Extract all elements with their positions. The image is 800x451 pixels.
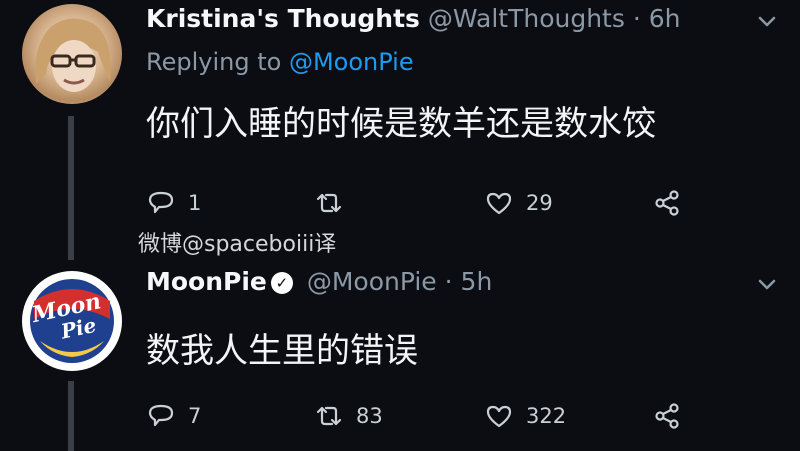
tweet-kristina: Kristina's Thoughts @WaltThoughts · 6h R…: [0, 0, 800, 260]
avatar-moonpie[interactable]: Moon Pie: [22, 271, 122, 371]
display-name[interactable]: MoonPie: [146, 267, 267, 296]
like-count: 29: [526, 191, 553, 215]
reply-count: 1: [188, 191, 202, 215]
handle[interactable]: @MoonPie: [307, 267, 437, 296]
tweet-header: MoonPie ✓ @MoonPie · 5h: [146, 267, 492, 296]
like-button[interactable]: 29: [484, 186, 553, 220]
like-icon: [486, 405, 512, 428]
reply-count: 7: [188, 404, 202, 428]
action-bar: 1 29: [0, 186, 800, 220]
reply-icon: [148, 404, 174, 427]
verified-icon: ✓: [270, 272, 293, 294]
tweet-header: Kristina's Thoughts @WaltThoughts · 6h: [146, 4, 681, 33]
replying-to: Replying to @MoonPie: [146, 48, 414, 76]
replying-prefix: Replying to: [146, 48, 282, 76]
reply-icon: [148, 191, 174, 214]
reply-button[interactable]: 1: [146, 186, 201, 220]
action-bar: 7 83 322: [0, 399, 800, 433]
avatar-kristina[interactable]: [22, 4, 122, 104]
mention-link[interactable]: @MoonPie: [289, 48, 414, 76]
share-button[interactable]: [652, 399, 682, 433]
timestamp[interactable]: 6h: [649, 4, 681, 33]
avatar-photo: [35, 18, 111, 92]
separator-dot: ·: [632, 4, 641, 33]
retweet-button[interactable]: [314, 186, 356, 220]
retweet-icon: [316, 406, 342, 426]
display-name[interactable]: Kristina's Thoughts: [146, 4, 420, 33]
chevron-down-icon[interactable]: [756, 10, 778, 32]
retweet-button[interactable]: 83: [314, 399, 383, 433]
share-icon: [655, 190, 679, 216]
handle[interactable]: @WaltThoughts: [428, 4, 625, 33]
like-icon: [486, 192, 512, 215]
share-icon: [655, 403, 679, 429]
chevron-down-icon[interactable]: [756, 273, 778, 295]
tweet-text: 你们入睡的时候是数羊还是数水饺: [146, 104, 656, 144]
tweet-text: 数我人生里的错误: [146, 331, 418, 371]
timestamp[interactable]: 5h: [461, 267, 493, 296]
like-count: 322: [526, 404, 567, 428]
separator-dot: ·: [444, 267, 453, 296]
share-button[interactable]: [652, 186, 682, 220]
weibo-watermark: 微博@spaceboiii译: [138, 232, 337, 257]
reply-button[interactable]: 7: [146, 399, 201, 433]
tweet-moonpie: Moon Pie MoonPie ✓ @MoonPie · 5h 数我人生里的错误…: [0, 255, 800, 451]
retweet-count: 83: [356, 404, 383, 428]
retweet-icon: [316, 193, 342, 213]
like-button[interactable]: 322: [484, 399, 566, 433]
moonpie-logo: Moon Pie: [24, 273, 120, 369]
